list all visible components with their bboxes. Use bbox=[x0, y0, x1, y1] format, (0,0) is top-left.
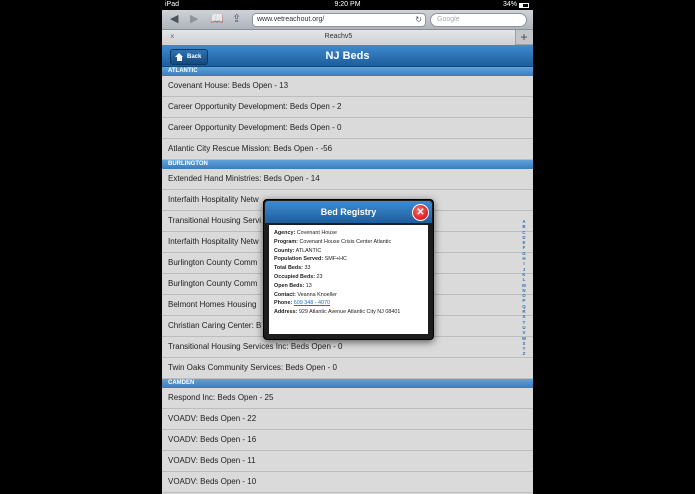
detail-label: County: bbox=[274, 247, 295, 254]
list-item[interactable]: Covenant House: Beds Open - 13 bbox=[162, 76, 533, 97]
dialog-title: Bed Registry bbox=[320, 207, 377, 217]
detail-value: 33 bbox=[304, 265, 311, 272]
list-item[interactable]: VOADV: Beds Open - 10 bbox=[162, 472, 533, 493]
alpha-index-letter[interactable]: Z bbox=[523, 351, 526, 356]
url-text: www.vetreachout.org/ bbox=[257, 16, 325, 23]
list-item[interactable]: Respond Inc: Beds Open - 25 bbox=[162, 388, 533, 409]
alpha-index[interactable]: ABCDEFGHIJKLMNOPQRSTUVWXYZ bbox=[519, 219, 529, 357]
page-title: NJ Beds bbox=[325, 50, 370, 62]
detail-row: Agency: Covenant House bbox=[274, 229, 423, 238]
detail-value: Veanna Knoeller bbox=[297, 291, 337, 298]
list-item[interactable]: Career Opportunity Development: Beds Ope… bbox=[162, 118, 533, 139]
tab-bar: × Reachv5 + bbox=[162, 30, 533, 45]
detail-label: Open Beds: bbox=[274, 282, 305, 289]
section-header: ATLANTIC bbox=[162, 67, 533, 76]
page-header: Back NJ Beds bbox=[162, 45, 533, 67]
list-item[interactable]: VOADV: Beds Open - 22 bbox=[162, 409, 533, 430]
detail-label: Address: bbox=[274, 309, 298, 316]
back-arrow-icon[interactable]: ◀ bbox=[170, 12, 178, 27]
bed-registry-dialog: Bed Registry ✕ Agency: Covenant House Pro… bbox=[263, 199, 434, 340]
search-field[interactable]: Google bbox=[430, 13, 527, 27]
detail-value: 929 Atlantic Avenue Atlantic City NJ 084… bbox=[298, 309, 401, 316]
detail-row: Address: 929 Atlantic Avenue Atlantic Ci… bbox=[274, 308, 423, 317]
new-tab-icon[interactable]: + bbox=[517, 30, 531, 44]
status-time: 9:20 PM bbox=[334, 1, 361, 8]
detail-value: Covenant House bbox=[296, 230, 337, 236]
close-icon[interactable]: ✕ bbox=[412, 204, 429, 221]
forward-arrow-icon[interactable]: ▶ bbox=[190, 12, 198, 27]
battery-icon bbox=[519, 2, 529, 8]
browser-tab[interactable]: × Reachv5 bbox=[162, 30, 516, 45]
url-field[interactable]: www.vetreachout.org/ ↻ bbox=[252, 13, 426, 27]
detail-row: County: ATLANTIC bbox=[274, 247, 423, 256]
list-item[interactable]: Twin Oaks Community Services: Beds Open … bbox=[162, 358, 533, 379]
detail-row: Open Beds: 13 bbox=[274, 282, 423, 291]
browser-toolbar: ◀ ▶ 📖 ⇪ www.vetreachout.org/ ↻ Google bbox=[162, 10, 533, 30]
detail-value: 13 bbox=[305, 282, 312, 289]
detail-value: SMF+HC bbox=[324, 256, 347, 263]
section-header: BURLINGTON bbox=[162, 160, 533, 169]
detail-label: Phone: bbox=[274, 300, 293, 307]
close-icon[interactable]: × bbox=[170, 30, 175, 44]
detail-label: Agency: bbox=[274, 230, 296, 236]
status-bar: iPad 9:20 PM 34% bbox=[162, 0, 533, 10]
share-icon[interactable]: ⇪ bbox=[232, 12, 241, 27]
dialog-header: Bed Registry ✕ bbox=[265, 201, 432, 223]
dialog-body: Agency: Covenant House Program: Covenant … bbox=[269, 225, 428, 334]
detail-value: Covenant House Crisis Center Atlantic bbox=[299, 238, 392, 245]
detail-label: Contact: bbox=[274, 291, 296, 298]
list-item[interactable]: Transitional Housing Services Inc: Beds … bbox=[162, 337, 533, 358]
reload-icon[interactable]: ↻ bbox=[415, 14, 422, 26]
phone-link[interactable]: 609 348 - 4070 bbox=[294, 300, 330, 306]
tab-title: Reachv5 bbox=[324, 33, 353, 40]
detail-row: Contact: Veanna Knoeller bbox=[274, 291, 423, 300]
section-header: CAMDEN bbox=[162, 379, 533, 388]
bookmarks-icon[interactable]: 📖 bbox=[210, 12, 224, 27]
detail-row: Phone: 609 348 - 4070 bbox=[274, 299, 423, 308]
detail-row: Population Served: SMF+HC bbox=[274, 255, 423, 264]
detail-value: ATLANTIC bbox=[295, 247, 322, 254]
list-item[interactable]: Career Opportunity Development: Beds Ope… bbox=[162, 97, 533, 118]
app-frame: iPad 9:20 PM 34% ◀ ▶ 📖 ⇪ www.vetreachout… bbox=[162, 0, 533, 494]
list-item[interactable]: Atlantic City Rescue Mission: Beds Open … bbox=[162, 139, 533, 160]
detail-label: Population Served: bbox=[274, 256, 324, 263]
battery-percent: 34% bbox=[502, 1, 517, 8]
list-item[interactable]: VOADV: Beds Open - 16 bbox=[162, 430, 533, 451]
detail-label: Program: bbox=[274, 238, 298, 245]
detail-label: Total Beds: bbox=[274, 265, 303, 272]
detail-value: 23 bbox=[316, 273, 323, 280]
detail-label: Occupied Beds: bbox=[274, 273, 316, 280]
detail-row: Occupied Beds: 23 bbox=[274, 273, 423, 282]
list-item[interactable]: VOADV: Beds Open - 11 bbox=[162, 451, 533, 472]
list-item[interactable]: Extended Hand Ministries: Beds Open - 14 bbox=[162, 169, 533, 190]
detail-row: Total Beds: 33 bbox=[274, 264, 423, 273]
detail-row: Program: Covenant House Crisis Center At… bbox=[274, 238, 423, 247]
